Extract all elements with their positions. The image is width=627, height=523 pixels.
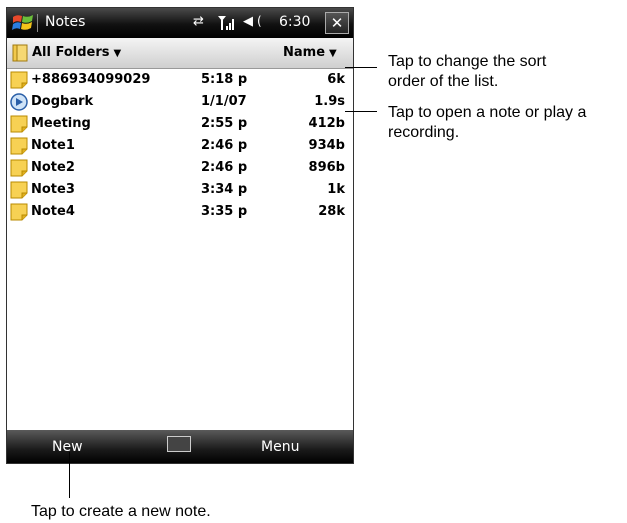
list-item[interactable]: Note4 3:35 p 28k	[7, 201, 353, 223]
note-size: 934b	[308, 138, 345, 153]
chevron-down-icon: ▼	[113, 48, 122, 59]
callout-line-new	[69, 452, 70, 498]
sort-dropdown-label: Name	[283, 45, 326, 60]
list-item[interactable]: Note3 3:34 p 1k	[7, 179, 353, 201]
folder-icon	[12, 44, 28, 62]
note-name: Note2	[31, 160, 75, 175]
note-time: 3:35 p	[201, 204, 248, 219]
list-item[interactable]: Note1 2:46 p 934b	[7, 135, 353, 157]
device-screen: Notes ⇄ ◀︎ ( 6:30 ✕ All Folders ▼ Name ▼ +…	[6, 7, 354, 464]
note-time: 1/1/07	[201, 94, 247, 109]
note-name: +886934099029	[31, 72, 151, 87]
note-size: 896b	[308, 160, 345, 175]
list-item[interactable]: Meeting 2:55 p 412b	[7, 113, 353, 135]
note-name: Note1	[31, 138, 75, 153]
callout-sort-line1: Tap to change the sort	[388, 53, 547, 70]
folder-dropdown[interactable]: All Folders ▼	[32, 45, 121, 60]
callout-open: Tap to open a note or play a recording.	[388, 103, 586, 143]
volume-waves-icon: (	[257, 14, 262, 28]
callout-new: Tap to create a new note.	[31, 503, 211, 520]
folder-bar: All Folders ▼ Name ▼	[7, 38, 353, 69]
callout-line-open	[345, 111, 377, 112]
note-icon	[10, 181, 28, 199]
note-size: 1k	[327, 182, 345, 197]
note-time: 5:18 p	[201, 72, 248, 87]
windows-start-icon[interactable]	[11, 11, 35, 35]
menu-button[interactable]: Menu	[261, 439, 299, 455]
note-name: Dogbark	[31, 94, 94, 109]
note-name: Meeting	[31, 116, 91, 131]
callout-line-sort	[345, 67, 377, 68]
note-icon	[10, 137, 28, 155]
keyboard-icon[interactable]	[167, 436, 191, 452]
note-time: 2:46 p	[201, 160, 248, 175]
recording-icon	[10, 93, 28, 111]
note-size: 28k	[318, 204, 345, 219]
clock[interactable]: 6:30	[279, 14, 310, 30]
note-icon	[10, 159, 28, 177]
close-icon[interactable]: ✕	[325, 12, 349, 34]
sort-dropdown[interactable]: Name ▼	[283, 45, 337, 60]
note-icon	[10, 203, 28, 221]
note-size: 412b	[308, 116, 345, 131]
callout-sort: Tap to change the sort order of the list…	[388, 52, 546, 92]
note-time: 2:46 p	[201, 138, 248, 153]
list-item[interactable]: +886934099029 5:18 p 6k	[7, 69, 353, 91]
note-name: Note3	[31, 182, 75, 197]
notes-list: +886934099029 5:18 p 6k Dogbark 1/1/07 1…	[7, 69, 353, 223]
volume-icon[interactable]: ◀︎	[243, 14, 253, 29]
chevron-down-icon: ▼	[329, 48, 337, 59]
sync-icon[interactable]: ⇄	[193, 14, 204, 29]
app-title: Notes	[45, 14, 86, 30]
list-item[interactable]: Dogbark 1/1/07 1.9s	[7, 91, 353, 113]
signal-icon[interactable]	[217, 14, 237, 30]
callout-open-line1: Tap to open a note or play a	[388, 104, 587, 121]
note-icon	[10, 71, 28, 89]
note-time: 2:55 p	[201, 116, 248, 131]
title-separator	[37, 14, 38, 32]
note-name: Note4	[31, 204, 75, 219]
callout-open-line2: recording.	[388, 124, 460, 141]
title-bar: Notes ⇄ ◀︎ ( 6:30 ✕	[7, 8, 353, 38]
note-size: 1.9s	[314, 94, 345, 109]
new-button[interactable]: New	[52, 439, 83, 455]
folder-dropdown-label: All Folders	[32, 45, 110, 60]
callout-sort-line2: order of the list.	[388, 73, 499, 90]
note-time: 3:34 p	[201, 182, 248, 197]
menu-bar: New Menu	[7, 430, 353, 463]
list-item[interactable]: Note2 2:46 p 896b	[7, 157, 353, 179]
note-size: 6k	[327, 72, 345, 87]
note-icon	[10, 115, 28, 133]
